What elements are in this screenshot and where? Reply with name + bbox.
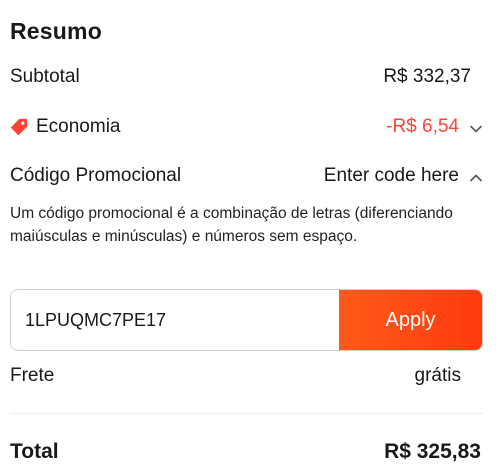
apply-button[interactable]: Apply <box>339 290 482 350</box>
savings-label: Economia <box>36 116 121 137</box>
summary-title: Resumo <box>10 18 102 44</box>
subtotal-label: Subtotal <box>10 66 80 87</box>
savings-value: -R$ 6,54 <box>386 116 459 137</box>
promo-label: Código Promocional <box>10 165 182 186</box>
promo-toggle-label: Enter code here <box>323 165 459 186</box>
promo-toggle[interactable]: Enter code here <box>324 165 483 187</box>
shipping-value: grátis <box>414 365 461 386</box>
chevron-up-icon[interactable] <box>469 169 483 183</box>
chevron-down-icon[interactable] <box>469 120 483 134</box>
promo-code-form: Apply <box>10 289 483 351</box>
divider <box>10 413 483 414</box>
total-label: Total <box>10 440 59 463</box>
tag-icon <box>10 118 28 136</box>
promo-description: Um código promocional é a combinação de … <box>10 205 453 245</box>
shipping-label: Frete <box>10 365 55 386</box>
subtotal-value: R$ 332,37 <box>383 66 471 87</box>
promo-code-input[interactable] <box>11 290 339 350</box>
savings-label-group: Economia <box>10 116 121 138</box>
savings-toggle[interactable]: -R$ 6,54 <box>386 116 483 138</box>
total-value: R$ 325,83 <box>384 440 481 463</box>
